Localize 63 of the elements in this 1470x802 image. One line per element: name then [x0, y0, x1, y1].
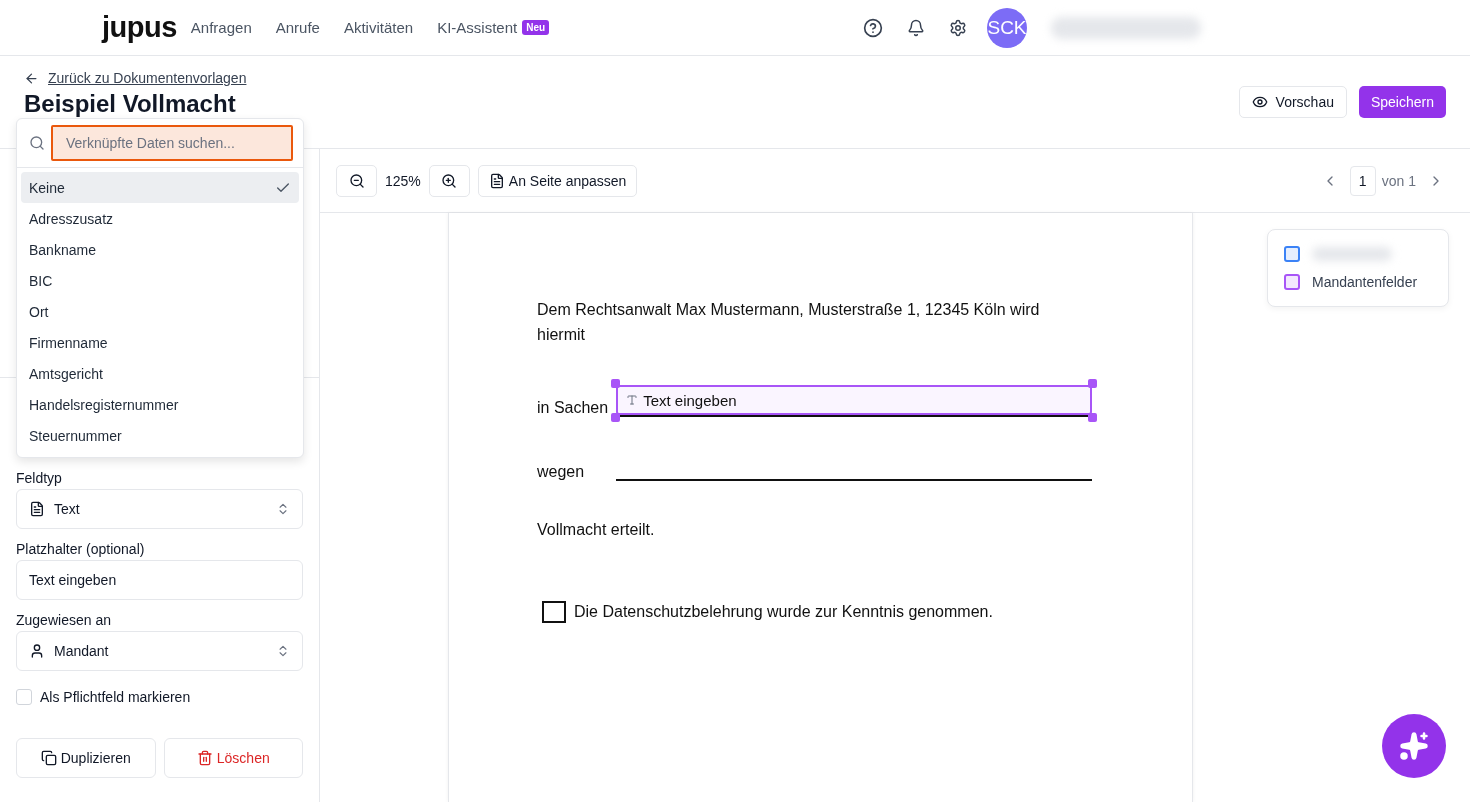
legend-label: Mandantenfelder [1312, 274, 1418, 290]
dropdown-option[interactable]: Keine [21, 172, 299, 203]
zoom-out-button[interactable] [336, 164, 377, 197]
preview-button[interactable]: Vorschau [1238, 86, 1347, 118]
select-field[interactable]: Mandant [16, 631, 303, 671]
field-label: Zugewiesen an [16, 612, 112, 628]
zoom-out-icon [348, 172, 365, 189]
line-label: in Sachen [537, 399, 609, 417]
dropdown-option[interactable]: BIC [21, 265, 299, 296]
input-field[interactable]: Text eingeben [16, 560, 303, 600]
document-icon [29, 501, 45, 517]
save-button[interactable]: Speichern [1358, 86, 1446, 118]
arrow-left-icon [24, 70, 39, 86]
text-type-icon [626, 394, 639, 406]
dropdown-option[interactable]: Ort [21, 296, 299, 327]
checkbox[interactable] [542, 601, 566, 623]
copy-icon [40, 750, 57, 766]
help-icon[interactable] [863, 17, 883, 38]
eye-icon [1251, 94, 1268, 110]
delete-button[interactable]: Löschen [163, 738, 303, 778]
document-icon [488, 172, 505, 189]
field-placeholder: Text eingeben [643, 391, 737, 409]
settings-icon[interactable] [949, 18, 967, 37]
resize-handle[interactable] [1088, 413, 1097, 422]
dropdown-option[interactable]: Bankname [21, 234, 299, 265]
nav-link[interactable]: Anfragen [190, 19, 252, 36]
dropdown-option[interactable]: Adresszusatz [21, 203, 299, 234]
trash-icon [196, 750, 213, 766]
duplicate-button[interactable]: Duplizieren [16, 738, 156, 778]
zoom-in-button[interactable] [428, 164, 470, 197]
user-avatar[interactable]: SCK [987, 7, 1027, 48]
logo[interactable]: jupus [102, 11, 177, 44]
field-label: Feldtyp [16, 470, 63, 486]
resize-handle[interactable] [611, 379, 621, 388]
zoom-level: 125% [385, 172, 421, 189]
line-label: wegen [537, 463, 585, 481]
search-field[interactable]: Verknüpfte Daten suchen... [51, 125, 293, 161]
checkbox-label: Die Datenschutzbelehrung wurde zur Kenntnis genommen. [574, 603, 993, 621]
resize-handle[interactable] [1088, 379, 1097, 388]
new-badge: Neu [522, 20, 550, 35]
nav-link[interactable]: Anrufe [275, 19, 320, 36]
page-total: von 1 [1381, 172, 1416, 189]
person-icon [29, 643, 45, 659]
dropdown-option[interactable]: Handelsregisternummer [21, 389, 299, 420]
back-link[interactable]: Zurück zu Dokumentenvorlagen [24, 70, 247, 86]
fit-page-button[interactable]: An Seite anpassen [477, 164, 638, 197]
select-field[interactable]: Text [16, 489, 303, 529]
nav-link[interactable]: KI-Assistent Neu [437, 19, 550, 36]
nav-link[interactable]: Aktivitäten [343, 19, 414, 36]
template-title: Beispiel Vollmacht [24, 90, 237, 118]
zoom-in-icon [441, 172, 458, 189]
sparkle-icon [1399, 731, 1429, 761]
document-paragraph: Dem Rechtsanwalt Max Mustermann, Musterstraße 1, 12345 Köln wird hiermit [537, 300, 1041, 345]
page-number-field[interactable]: 1 [1349, 165, 1376, 196]
dropdown-option[interactable]: Steuernummer [21, 420, 299, 451]
dropdown-option[interactable]: Amtsgericht [21, 358, 299, 389]
search-icon [29, 135, 45, 151]
checkbox-label: Als Pflichtfeld markieren [40, 689, 191, 705]
dropdown-option[interactable]: Firmenname [21, 327, 299, 358]
resize-handle[interactable] [611, 413, 621, 422]
field-label: Platzhalter (optional) [16, 541, 146, 557]
document-paragraph: Vollmacht erteilt. [537, 521, 656, 539]
bell-icon[interactable] [907, 18, 925, 37]
